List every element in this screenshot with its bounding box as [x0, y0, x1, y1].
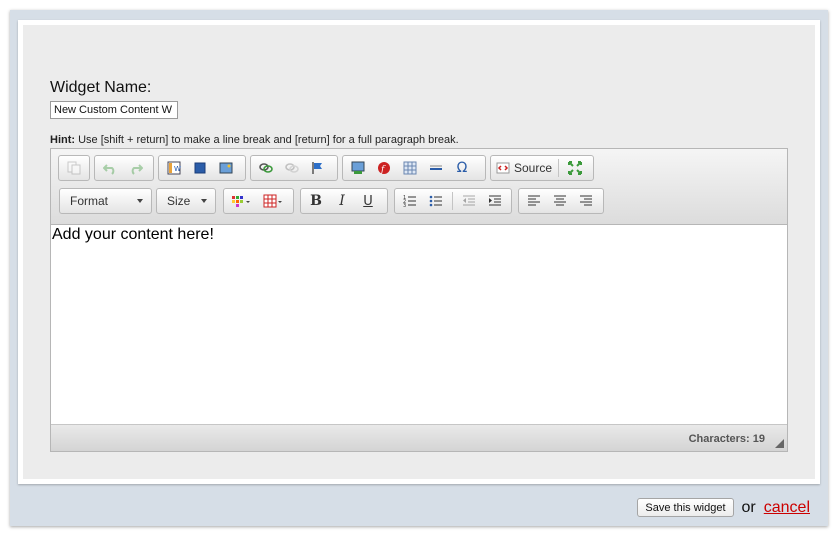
hint-body: Use [shift + return] to make a line brea…: [75, 134, 459, 146]
flash-icon[interactable]: f: [372, 158, 396, 178]
format-dropdown[interactable]: Format: [59, 188, 152, 214]
bulleted-list-icon[interactable]: [424, 191, 448, 211]
link-icon[interactable]: [254, 158, 278, 178]
image-box-icon[interactable]: [188, 158, 212, 178]
history-group: [94, 155, 154, 181]
text-color-icon[interactable]: [227, 191, 257, 211]
editor-content-area[interactable]: Add your content here!: [51, 225, 787, 425]
source-group: Source: [490, 155, 594, 181]
widget-form-body: Widget Name: Hint: Use [shift + return] …: [23, 25, 815, 479]
cancel-link[interactable]: cancel: [764, 499, 810, 517]
widget-form-panel: Widget Name: Hint: Use [shift + return] …: [18, 20, 820, 484]
table-icon[interactable]: [398, 158, 422, 178]
save-widget-button[interactable]: Save this widget: [637, 498, 734, 517]
source-button[interactable]: Source: [494, 158, 554, 178]
size-dropdown-label: Size: [167, 194, 191, 208]
decrease-indent-icon[interactable]: [457, 191, 481, 211]
anchor-flag-icon[interactable]: [306, 158, 330, 178]
list-indent-group: 123: [394, 188, 512, 214]
chevron-down-icon: [137, 199, 143, 203]
insert-image-icon[interactable]: [346, 158, 370, 178]
numbered-list-icon[interactable]: 123: [398, 191, 422, 211]
widget-name-input[interactable]: [50, 101, 178, 119]
clipboard-group: [58, 155, 90, 181]
rich-text-editor: W f Ω Source Format Size B I U 1 2 3 Add…: [50, 148, 788, 452]
underline-icon[interactable]: U: [356, 191, 380, 211]
link-group: [250, 155, 338, 181]
increase-indent-icon[interactable]: [483, 191, 507, 211]
widget-editor-window: Widget Name: Hint: Use [shift + return] …: [10, 10, 828, 526]
maximize-icon[interactable]: [563, 158, 587, 178]
bold-icon[interactable]: B: [304, 191, 328, 211]
align-left-icon[interactable]: [522, 191, 546, 211]
color-group: [223, 188, 294, 214]
source-code-icon: [496, 162, 510, 174]
toolbar-separator: [558, 159, 560, 177]
toolbar-separator: [452, 192, 453, 210]
paste-from-word-icon[interactable]: W: [162, 158, 186, 178]
basic-styles-group: B I U: [300, 188, 388, 214]
or-separator-text: or: [741, 498, 756, 516]
undo-icon[interactable]: [98, 158, 122, 178]
insert-media-group: W: [158, 155, 246, 181]
svg-text:W: W: [174, 165, 181, 173]
character-count: Characters: 19: [688, 433, 765, 445]
size-dropdown[interactable]: Size: [156, 188, 216, 214]
widget-name-label: Widget Name:: [50, 79, 152, 96]
align-right-icon[interactable]: [574, 191, 598, 211]
alignment-group: [518, 188, 604, 214]
source-label: Source: [514, 161, 553, 175]
image-icon[interactable]: [214, 158, 238, 178]
resize-handle-icon[interactable]: [775, 439, 784, 448]
svg-text:3: 3: [403, 203, 406, 208]
redo-icon[interactable]: [124, 158, 148, 178]
hint-text: Hint: Use [shift + return] to make a lin…: [50, 134, 459, 146]
horizontal-rule-icon[interactable]: [424, 158, 448, 178]
italic-icon[interactable]: I: [330, 191, 354, 211]
insert-objects-group: f Ω: [342, 155, 486, 181]
table-color-icon[interactable]: [259, 191, 289, 211]
hint-label: Hint:: [50, 134, 76, 146]
editor-toolbar: W f Ω Source Format Size B I U 1 2 3: [51, 149, 787, 225]
copy-icon[interactable]: [62, 158, 86, 178]
form-actions: Save this widget or cancel: [637, 498, 810, 517]
editor-content-text: Add your content here!: [52, 226, 214, 243]
editor-status-bar: Characters: 19: [51, 424, 787, 451]
unlink-icon[interactable]: [280, 158, 304, 178]
format-dropdown-label: Format: [70, 194, 109, 208]
special-char-omega-icon[interactable]: Ω: [450, 158, 474, 178]
chevron-down-icon: [201, 199, 207, 203]
align-center-icon[interactable]: [548, 191, 572, 211]
